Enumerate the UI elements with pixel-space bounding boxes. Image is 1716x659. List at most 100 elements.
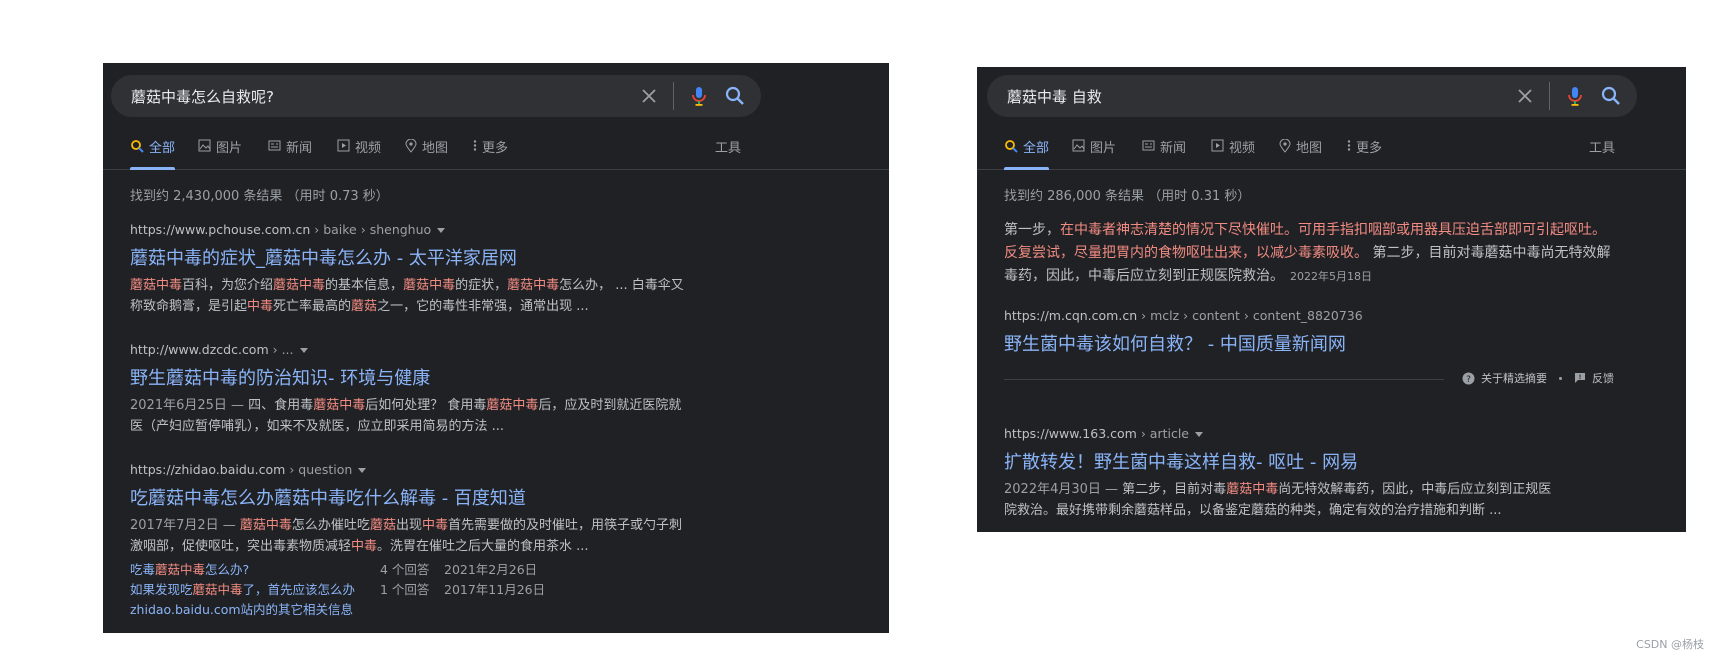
help-icon: ? <box>1462 372 1475 385</box>
search-input[interactable]: 蘑菇中毒 自救 <box>1007 86 1102 107</box>
highlighted-text: 蘑菇中毒 <box>273 278 326 293</box>
watermark: CSDN @杨枝 <box>1636 638 1704 651</box>
clear-icon[interactable] <box>637 84 661 108</box>
search-tabs: 全部 图片 新闻 视频 地图 更多 工具 <box>103 137 889 170</box>
tab-all[interactable]: 全部 <box>130 137 176 170</box>
result-stats: 找到约 286,000 条结果 （用时 0.31 秒） <box>1004 189 1251 204</box>
related-question-row[interactable]: 如果发现吃蘑菇中毒了，首先应该怎么办 1 个回答 2017年11月26日 <box>130 580 690 600</box>
separator-dot <box>1559 376 1562 380</box>
search-icon[interactable] <box>1599 84 1623 108</box>
related-question-link[interactable]: 如果发现吃蘑菇中毒了，首先应该怎么办 <box>130 580 380 600</box>
featured-footer: ? 关于精选摘要 反馈 <box>1004 370 1614 390</box>
highlighted-text: 蘑菇 <box>369 518 396 533</box>
tab-more[interactable]: 更多 <box>473 137 508 169</box>
answer-count: 4 个回答 <box>380 562 430 577</box>
divider <box>673 82 674 110</box>
search-bar[interactable]: 蘑菇中毒 自救 <box>987 75 1637 117</box>
result-url[interactable]: https://www.pchouse.com.cn › baike › she… <box>130 221 690 239</box>
snippet-text: 如果发现吃 <box>130 582 193 597</box>
svg-text:?: ? <box>1466 375 1471 385</box>
feedback-icon <box>1575 373 1585 383</box>
tab-all[interactable]: 全部 <box>1004 137 1050 170</box>
microphone-icon[interactable] <box>687 84 711 108</box>
snippet-text: 2021年6月25日 — <box>130 398 249 413</box>
tab-maps[interactable]: 地图 <box>1279 137 1322 169</box>
tab-videos[interactable]: 视频 <box>337 137 381 169</box>
snippet-text: 后如何处理？ 食用毒 <box>365 398 487 413</box>
clear-icon[interactable] <box>1513 84 1537 108</box>
video-icon <box>1211 139 1224 152</box>
about-featured-link[interactable]: 关于精选摘要 <box>1481 370 1547 386</box>
search-icon <box>131 140 144 153</box>
result-snippet: 蘑菇中毒百科，为您介绍蘑菇中毒的基本信息，蘑菇中毒的症状，蘑菇中毒怎么办， ..… <box>130 275 690 317</box>
tab-images[interactable]: 图片 <box>198 137 242 169</box>
highlighted-text: 蘑菇中毒 <box>239 518 292 533</box>
highlighted-text: 蘑菇中毒 <box>313 398 366 413</box>
snippet-text: 第二步，目前对毒 <box>1122 482 1227 497</box>
feedback-link[interactable]: 反馈 <box>1592 370 1614 386</box>
search-result: https://www.pchouse.com.cn › baike › she… <box>130 221 690 317</box>
result-url[interactable]: http://www.dzcdc.com › ... <box>130 341 690 359</box>
snippet-text: 之一，它的毒性非常强，通常出现 ... <box>377 299 589 314</box>
snippet-text: 四、食用毒 <box>248 398 314 413</box>
more-vert-icon <box>1347 140 1351 151</box>
tab-videos[interactable]: 视频 <box>1211 137 1255 169</box>
snippet-text: 怎么办? <box>205 562 250 577</box>
result-title-link[interactable]: 蘑菇中毒的症状_蘑菇中毒怎么办 - 太平洋家居网 <box>130 247 690 271</box>
news-icon <box>1142 140 1155 151</box>
highlighted-text: 蘑菇中毒 <box>403 278 456 293</box>
featured-actions: ? 关于精选摘要 反馈 <box>1462 370 1614 386</box>
tools-button[interactable]: 工具 <box>715 137 741 156</box>
search-tabs: 全部 图片 新闻 视频 地图 更多 工具 <box>977 137 1686 170</box>
result-url[interactable]: https://zhidao.baidu.com › question <box>130 461 690 479</box>
featured-snippet: 第一步，在中毒者神志清楚的情况下尽快催吐。可用手指扣咽部或用器具压迫舌部即可引起… <box>1004 219 1614 288</box>
caret-down-icon[interactable] <box>1195 432 1203 437</box>
result-title-link[interactable]: 野生菌中毒该如何自救？ - 中国质量新闻网 <box>1004 333 1564 357</box>
result-stats: 找到约 2,430,000 条结果 （用时 0.73 秒） <box>130 189 389 204</box>
caret-down-icon[interactable] <box>358 468 367 473</box>
tab-more[interactable]: 更多 <box>1347 137 1382 169</box>
caret-down-icon[interactable] <box>299 348 308 353</box>
divider <box>1549 82 1550 110</box>
image-icon <box>198 139 211 152</box>
right-search-screenshot: 蘑菇中毒 自救 全部 图片 新闻 视频 地图 更多 工具 找到约 286,000… <box>977 67 1686 532</box>
result-title-link[interactable]: 扩散转发！野生菌中毒这样自救- 呕吐 - 网易 <box>1004 451 1564 475</box>
result-url[interactable]: https://m.cqn.com.cn › mclz › content › … <box>1004 307 1564 325</box>
caret-down-icon[interactable] <box>437 228 446 233</box>
question-date: 2021年2月26日 <box>444 562 538 577</box>
snippet-text: 。洗胃在催吐之后大量的食用茶水 ... <box>377 539 589 554</box>
related-questions: 吃毒蘑菇中毒怎么办? 4 个回答 2021年2月26日 如果发现吃蘑菇中毒了，首… <box>130 560 690 620</box>
related-question-link[interactable]: 吃毒蘑菇中毒怎么办? <box>130 560 380 580</box>
featured-date: 2022年5月18日 <box>1290 270 1372 283</box>
result-url[interactable]: https://www.163.com › article <box>1004 425 1564 443</box>
microphone-icon[interactable] <box>1563 84 1587 108</box>
tab-news[interactable]: 新闻 <box>268 137 312 169</box>
search-input[interactable]: 蘑菇中毒怎么自救呢? <box>131 86 274 107</box>
result-snippet: 2021年6月25日 — 四、食用毒蘑菇中毒后如何处理？ 食用毒蘑菇中毒后，应及… <box>130 395 690 437</box>
tab-news[interactable]: 新闻 <box>1142 137 1186 169</box>
result-snippet: 2022年4月30日 — 第二步，目前对毒蘑菇中毒尚无特效解毒药，因此，中毒后应… <box>1004 479 1564 521</box>
site-more-link[interactable]: zhidao.baidu.com站内的其它相关信息 <box>130 600 690 620</box>
search-icon[interactable] <box>723 84 747 108</box>
search-result: http://www.dzcdc.com › ... 野生蘑菇中毒的防治知识- … <box>130 341 690 437</box>
snippet-text: 了，首先应该怎么办 <box>242 582 356 597</box>
left-search-screenshot: 蘑菇中毒怎么自救呢? 全部 图片 新闻 视频 地图 更多 工具 找到约 2,43… <box>103 63 889 633</box>
news-icon <box>268 140 281 151</box>
question-date: 2017年11月26日 <box>444 582 546 597</box>
tab-maps[interactable]: 地图 <box>405 137 448 169</box>
result-title-link[interactable]: 吃蘑菇中毒怎么办蘑菇中毒吃什么解毒 - 百度知道 <box>130 487 690 511</box>
highlighted-text: 蘑菇 <box>351 299 378 314</box>
tab-images[interactable]: 图片 <box>1072 137 1116 169</box>
snippet-text: 怎么办催吐吃 <box>291 518 370 533</box>
result-snippet: 2017年7月2日 — 蘑菇中毒怎么办催吐吃蘑菇出现中毒首先需要做的及时催吐，用… <box>130 515 690 557</box>
snippet-text: 百科，为您介绍 <box>182 278 274 293</box>
tools-button[interactable]: 工具 <box>1589 137 1615 156</box>
result-title-link[interactable]: 野生蘑菇中毒的防治知识- 环境与健康 <box>130 367 690 391</box>
highlighted-text: 蘑菇中毒 <box>486 398 539 413</box>
snippet-text: 出现 <box>395 518 422 533</box>
highlighted-text: 蘑菇中毒 <box>1226 482 1279 497</box>
snippet-text: 的症状， <box>455 278 508 293</box>
related-question-row[interactable]: 吃毒蘑菇中毒怎么办? 4 个回答 2021年2月26日 <box>130 560 690 580</box>
search-bar[interactable]: 蘑菇中毒怎么自救呢? <box>111 75 761 117</box>
search-result: https://www.163.com › article 扩散转发！野生菌中毒… <box>1004 425 1564 521</box>
